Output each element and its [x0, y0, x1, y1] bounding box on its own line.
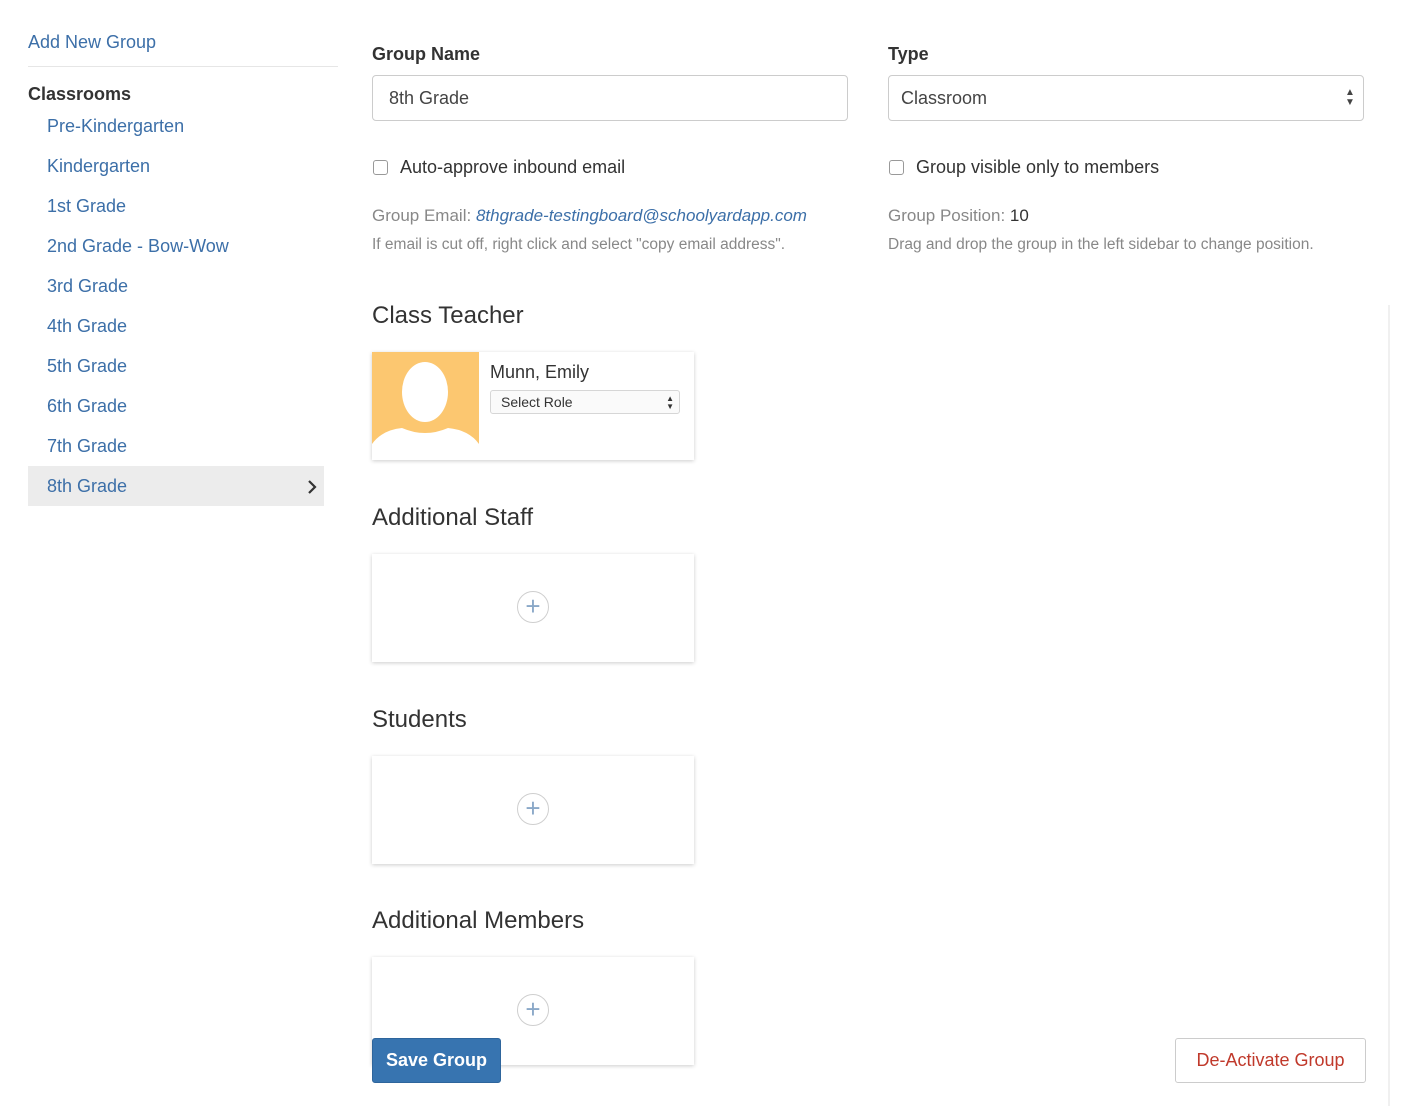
visible-to-members-checkbox[interactable] — [889, 160, 904, 175]
class-teacher-heading: Class Teacher — [372, 302, 524, 329]
add-student-plus-icon[interactable]: + — [517, 793, 549, 825]
group-email-line: Group Email: 8thgrade-testingboard@schoo… — [372, 206, 807, 226]
sidebar-item-1st-grade[interactable]: 1st Grade — [28, 186, 324, 226]
position-hint: Drag and drop the group in the left side… — [888, 236, 1314, 253]
group-name-label: Group Name — [372, 44, 481, 64]
group-email-link[interactable]: 8thgrade-testingboard@schoolyardapp.com — [476, 206, 807, 225]
sidebar-item-label: 6th Grade — [47, 396, 128, 416]
sidebar-item-label: 4th Grade — [47, 316, 128, 336]
deactivate-group-button[interactable]: De-Activate Group — [1175, 1038, 1366, 1083]
group-list: Pre-Kindergarten Kindergarten 1st Grade … — [28, 106, 324, 506]
scroll-edge — [1388, 305, 1390, 1106]
sidebar: Add New Group Classrooms Pre-Kindergarte… — [28, 28, 338, 506]
auto-approve-label: Auto-approve inbound email — [400, 157, 626, 177]
sidebar-item-3rd-grade[interactable]: 3rd Grade — [28, 266, 324, 306]
sidebar-item-5th-grade[interactable]: 5th Grade — [28, 346, 324, 386]
sidebar-item-label: 8th Grade — [47, 476, 128, 496]
teacher-name: Munn, Emily — [490, 362, 590, 382]
sidebar-item-label: 1st Grade — [47, 196, 127, 216]
group-edit-form: Group Name Type Classroom ▲▼ Auto-approv… — [372, 0, 1372, 1106]
type-select-value: Classroom — [901, 88, 988, 108]
group-email-label: Group Email: — [372, 206, 476, 225]
sidebar-item-label: 5th Grade — [47, 356, 128, 376]
group-position-value: 10 — [1009, 206, 1029, 225]
sidebar-item-pre-kindergarten[interactable]: Pre-Kindergarten — [28, 106, 324, 146]
auto-approve-checkbox[interactable] — [373, 160, 388, 175]
add-new-group-link[interactable]: Add New Group — [28, 28, 338, 67]
email-hint: If email is cut off, right click and sel… — [372, 236, 786, 253]
chevron-right-icon — [306, 466, 318, 506]
avatar — [372, 352, 479, 460]
sidebar-item-kindergarten[interactable]: Kindergarten — [28, 146, 324, 186]
students-card: + — [372, 756, 694, 864]
additional-staff-heading: Additional Staff — [372, 504, 534, 531]
sidebar-item-8th-grade[interactable]: 8th Grade — [28, 466, 324, 506]
person-placeholder-icon — [372, 362, 479, 460]
group-position-line: Group Position: 10 — [888, 206, 1029, 226]
add-staff-plus-icon[interactable]: + — [517, 591, 549, 623]
add-member-plus-icon[interactable]: + — [517, 994, 549, 1026]
visible-to-members-label: Group visible only to members — [916, 157, 1160, 177]
teacher-card: Munn, Emily Select Role ▲ ▼ — [372, 352, 694, 460]
type-select[interactable]: Classroom ▲ ▼ — [888, 75, 1364, 121]
sidebar-item-4th-grade[interactable]: 4th Grade — [28, 306, 324, 346]
select-arrows-icon: ▲ ▼ — [666, 394, 674, 411]
additional-members-heading: Additional Members — [372, 907, 585, 934]
sidebar-item-2nd-grade[interactable]: 2nd Grade - Bow-Wow — [28, 226, 324, 266]
auto-approve-row[interactable]: Auto-approve inbound email — [373, 157, 625, 178]
sidebar-item-label: 7th Grade — [47, 436, 128, 456]
sidebar-item-label: 3rd Grade — [47, 276, 129, 296]
role-select-value: Select Role — [501, 394, 573, 410]
sidebar-item-label: Kindergarten — [47, 156, 151, 176]
role-select[interactable]: Select Role ▲ ▼ — [490, 390, 680, 414]
select-arrows-icon: ▲ ▼ — [1345, 87, 1355, 108]
classrooms-section-title: Classrooms — [28, 84, 132, 104]
sidebar-item-label: Pre-Kindergarten — [47, 116, 185, 136]
group-name-input[interactable] — [372, 75, 848, 121]
visible-to-members-row[interactable]: Group visible only to members — [889, 157, 1159, 178]
sidebar-item-label: 2nd Grade - Bow-Wow — [47, 236, 229, 256]
group-position-label: Group Position: — [888, 206, 1010, 225]
sidebar-item-7th-grade[interactable]: 7th Grade — [28, 426, 324, 466]
save-group-button[interactable]: Save Group — [372, 1038, 501, 1083]
sidebar-item-6th-grade[interactable]: 6th Grade — [28, 386, 324, 426]
additional-staff-card: + — [372, 554, 694, 662]
students-heading: Students — [372, 706, 467, 733]
type-label: Type — [888, 44, 929, 64]
